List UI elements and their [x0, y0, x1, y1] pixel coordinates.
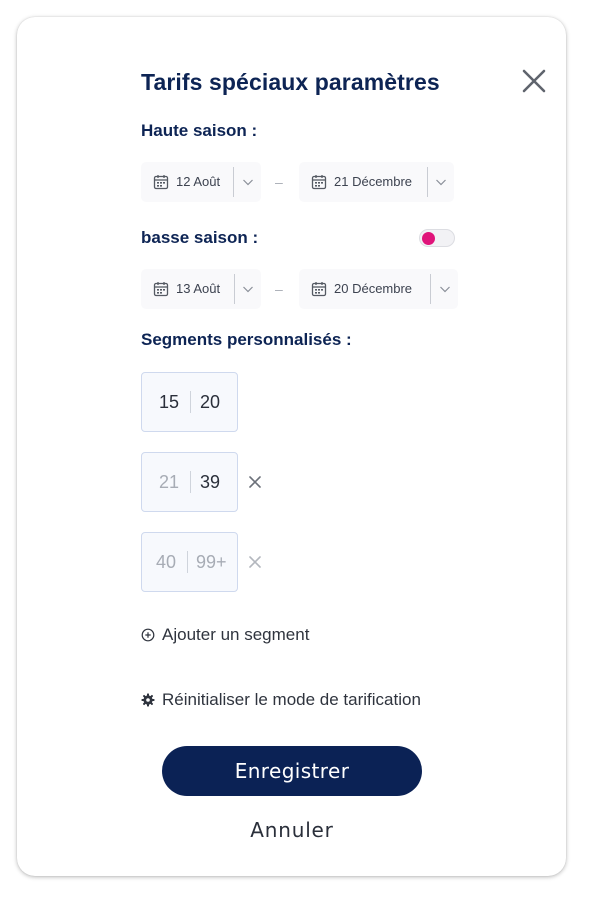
low-season-end-select[interactable]: 20 Décembre: [299, 269, 458, 309]
reset-pricing-button[interactable]: Réinitialiser le mode de tarification: [141, 690, 421, 710]
segments-label: Segments personnalisés :: [141, 330, 352, 349]
segment-max[interactable]: 99+: [196, 533, 227, 591]
segment-divider: [190, 391, 191, 413]
chevron-down-icon: [243, 179, 253, 186]
date-value: 13 Août: [176, 281, 221, 296]
reset-pricing-label: Réinitialiser le mode de tarification: [162, 690, 421, 709]
close-icon[interactable]: [519, 66, 549, 96]
high-season-label: Haute saison :: [141, 121, 258, 140]
select-divider: [427, 167, 428, 197]
date-value: 20 Décembre: [334, 281, 413, 296]
low-season-start-select[interactable]: 13 Août: [141, 269, 261, 309]
segment-divider: [190, 471, 191, 493]
date-range-separator: –: [275, 281, 283, 297]
add-segment-label: Ajouter un segment: [162, 625, 310, 644]
date-value: 21 Décembre: [334, 174, 413, 189]
gear-icon: [141, 693, 155, 707]
remove-segment-icon[interactable]: [247, 554, 263, 570]
calendar-icon: [311, 282, 327, 297]
select-divider: [234, 274, 235, 304]
calendar-icon: [311, 175, 327, 190]
select-divider: [233, 167, 234, 197]
segment-row[interactable]: 15 20: [141, 372, 238, 432]
date-value: 12 Août: [176, 174, 221, 189]
chevron-down-icon: [436, 179, 446, 186]
segment-row[interactable]: 21 39: [141, 452, 238, 512]
low-season-toggle[interactable]: [419, 229, 455, 247]
segment-row[interactable]: 40 99+: [141, 532, 238, 592]
modal-title: Tarifs spéciaux paramètres: [141, 69, 440, 95]
pricing-settings-modal: Tarifs spéciaux paramètres Haute saison …: [17, 17, 566, 876]
high-season-start-select[interactable]: 12 Août: [141, 162, 261, 202]
low-season-label: basse saison :: [141, 228, 259, 247]
date-range-separator: –: [275, 174, 283, 190]
chevron-down-icon: [243, 286, 253, 293]
add-segment-button[interactable]: Ajouter un segment: [141, 625, 309, 645]
segment-min[interactable]: 40: [156, 533, 176, 591]
segment-min[interactable]: 21: [159, 453, 179, 511]
cancel-button[interactable]: Annuler: [202, 815, 382, 845]
select-divider: [430, 274, 431, 304]
save-button[interactable]: Enregistrer: [162, 746, 422, 796]
toggle-knob: [422, 232, 435, 245]
calendar-icon: [153, 282, 169, 297]
segment-divider: [187, 551, 188, 573]
calendar-icon: [153, 175, 169, 190]
segment-min[interactable]: 15: [159, 373, 179, 431]
remove-segment-icon[interactable]: [247, 474, 263, 490]
plus-circle-icon: [141, 628, 155, 642]
segment-max[interactable]: 20: [200, 373, 220, 431]
chevron-down-icon: [440, 286, 450, 293]
segment-max[interactable]: 39: [200, 453, 220, 511]
high-season-end-select[interactable]: 21 Décembre: [299, 162, 454, 202]
